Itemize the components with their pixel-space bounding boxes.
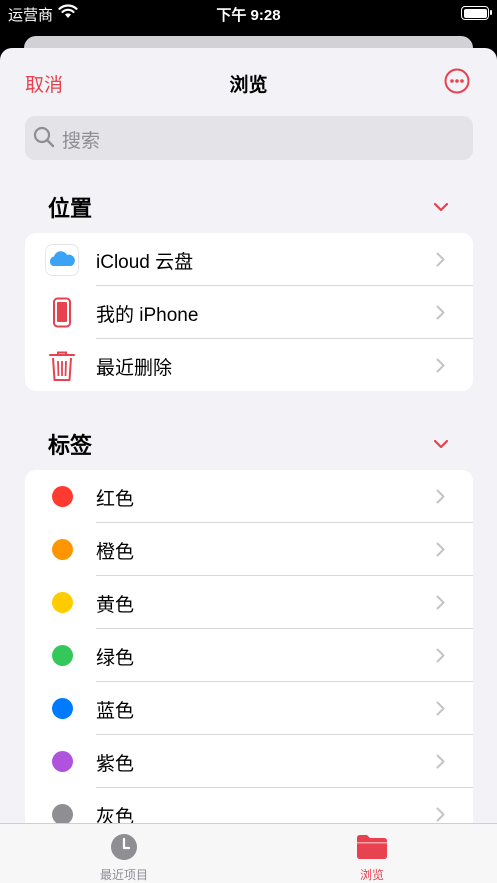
location-item-icloud[interactable]: iCloud 云盘: [25, 233, 473, 286]
iphone-icon: [45, 297, 79, 329]
chevron-right-icon: [436, 595, 445, 610]
location-label: 最近删除: [96, 358, 173, 379]
location-item-recently-deleted[interactable]: 最近删除: [25, 339, 473, 391]
chevron-right-icon: [436, 358, 445, 373]
tag-color-dot-icon: [52, 592, 73, 613]
tag-label: 橙色: [96, 542, 135, 563]
chevron-right-icon: [436, 648, 445, 663]
icloud-icon: [45, 244, 79, 276]
tab-label: 浏览: [359, 868, 384, 882]
location-label: iCloud 云盘: [96, 252, 194, 273]
trash-icon: [45, 350, 79, 382]
tag-item[interactable]: 紫色: [25, 735, 473, 788]
chevron-right-icon: [436, 252, 445, 267]
tag-label: 蓝色: [96, 701, 135, 722]
tag-color-dot-icon: [52, 751, 73, 772]
tags-heading: 标签: [48, 433, 93, 458]
chevron-right-icon: [436, 807, 445, 822]
status-bar: 运营商 下午 9:28: [0, 0, 497, 28]
search-placeholder: 搜索: [62, 131, 101, 152]
search-input[interactable]: 搜索: [25, 116, 473, 160]
tag-color-dot-icon: [52, 804, 73, 825]
chevron-right-icon: [436, 305, 445, 320]
chevron-down-icon[interactable]: [433, 202, 449, 212]
folder-icon: [357, 835, 387, 859]
tag-item[interactable]: 红色: [25, 470, 473, 523]
location-item-iphone[interactable]: 我的 iPhone: [25, 286, 473, 339]
tag-label: 黄色: [96, 595, 135, 616]
tab-browse[interactable]: 浏览: [302, 824, 442, 883]
tags-list: 红色 橙色 黄色 绿色 蓝色 紫色 灰色: [25, 470, 473, 883]
tab-label: 最近项目: [99, 868, 148, 882]
tag-item[interactable]: 蓝色: [25, 682, 473, 735]
navigation-bar: 取消 浏览: [0, 48, 497, 116]
search-icon: [33, 126, 55, 148]
tag-item[interactable]: 黄色: [25, 576, 473, 629]
tag-label: 红色: [96, 489, 135, 510]
location-label: 我的 iPhone: [96, 305, 199, 326]
chevron-right-icon: [436, 489, 445, 504]
locations-heading: 位置: [48, 196, 93, 221]
chevron-right-icon: [436, 754, 445, 769]
battery-icon: [461, 6, 492, 20]
chevron-right-icon: [436, 701, 445, 716]
clock-icon: [111, 834, 137, 860]
ellipsis-circle-icon[interactable]: [444, 68, 470, 94]
tag-color-dot-icon: [52, 486, 73, 507]
browse-sheet: 取消 浏览 搜索 位置 iCloud 云盘 我的 iPhone 最近删除 标签 …: [0, 48, 497, 883]
tab-recents[interactable]: 最近项目: [54, 824, 194, 883]
page-title: 浏览: [229, 75, 268, 96]
tag-color-dot-icon: [52, 645, 73, 666]
tag-color-dot-icon: [52, 698, 73, 719]
tab-bar: 最近项目 浏览: [0, 823, 497, 883]
tag-label: 紫色: [96, 754, 135, 775]
status-time: 下午 9:28: [216, 7, 281, 24]
chevron-down-icon[interactable]: [433, 439, 449, 449]
tag-item[interactable]: 绿色: [25, 629, 473, 682]
chevron-right-icon: [436, 542, 445, 557]
tag-item[interactable]: 橙色: [25, 523, 473, 576]
tag-label: 绿色: [96, 648, 135, 669]
tag-color-dot-icon: [52, 539, 73, 560]
locations-list: iCloud 云盘 我的 iPhone 最近删除: [25, 233, 473, 391]
